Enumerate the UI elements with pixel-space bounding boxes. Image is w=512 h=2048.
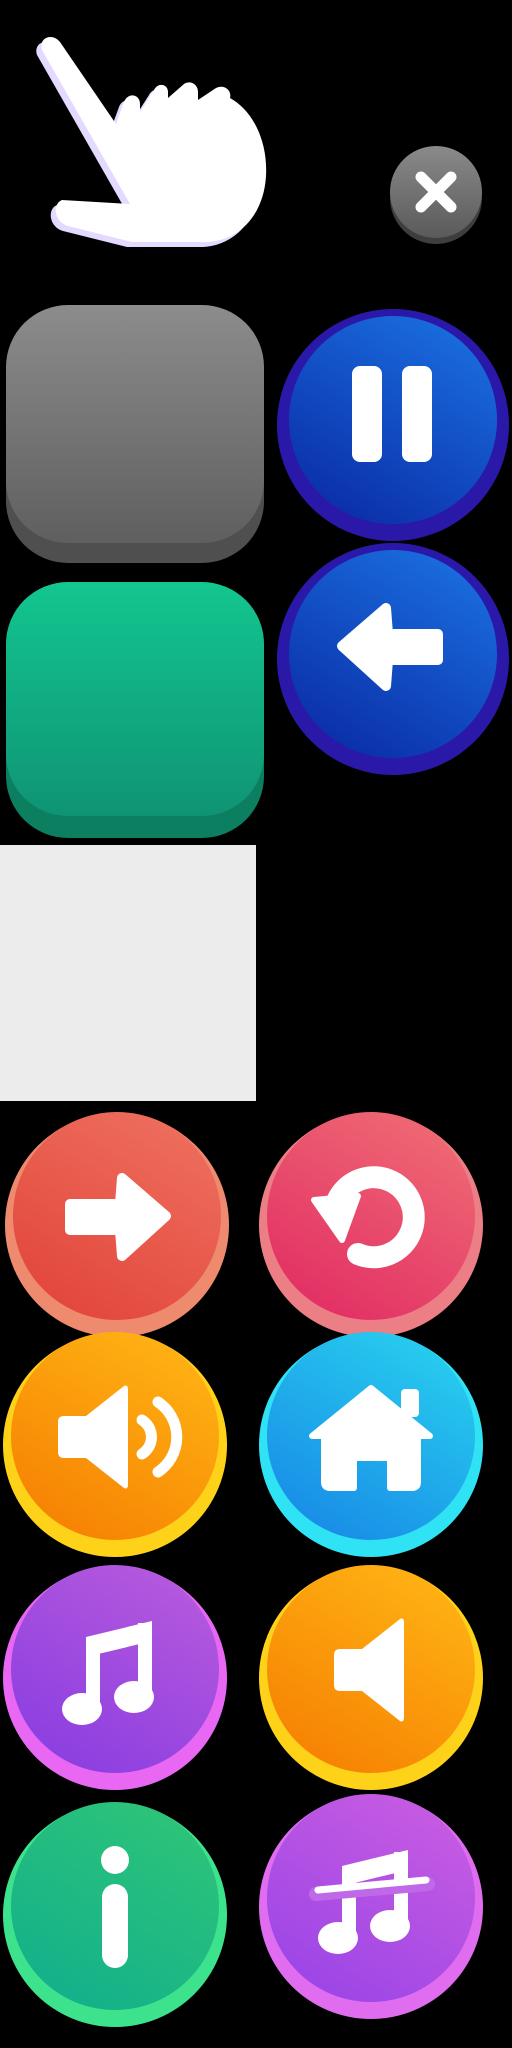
replay-button[interactable] — [258, 1112, 484, 1338]
pointer — [28, 28, 278, 253]
back-button[interactable] — [276, 542, 510, 776]
square-button-green-label — [6, 840, 7, 841]
pause-button[interactable] — [276, 308, 510, 542]
light-panel — [0, 845, 256, 1101]
square-button-green[interactable] — [6, 582, 266, 840]
pointing-hand-icon — [36, 36, 267, 247]
home-button-label — [258, 1558, 259, 1559]
music-button-label — [2, 1791, 3, 1792]
sprite-sheet: { "sheet": { "title": "", "background": … — [0, 0, 512, 2048]
next-button[interactable] — [4, 1112, 230, 1338]
square-button-gray-label — [6, 565, 7, 566]
sound-off-button[interactable] — [258, 1565, 484, 1791]
music-off-button[interactable] — [258, 1794, 484, 2020]
back-button-label — [276, 776, 277, 777]
info-button[interactable] — [2, 1802, 228, 2028]
sound-off-button-label — [258, 1791, 259, 1792]
info-button-label — [2, 2028, 3, 2029]
music-off-button-label — [258, 2020, 259, 2021]
sound-on-button-label — [2, 1558, 3, 1559]
sound-on-button[interactable] — [2, 1332, 228, 1558]
close-button[interactable] — [384, 140, 488, 244]
close-button-label — [384, 244, 385, 245]
home-button[interactable] — [258, 1332, 484, 1558]
square-button-gray[interactable] — [6, 305, 266, 565]
music-button[interactable] — [2, 1565, 228, 1791]
info-icon — [101, 1846, 129, 1968]
